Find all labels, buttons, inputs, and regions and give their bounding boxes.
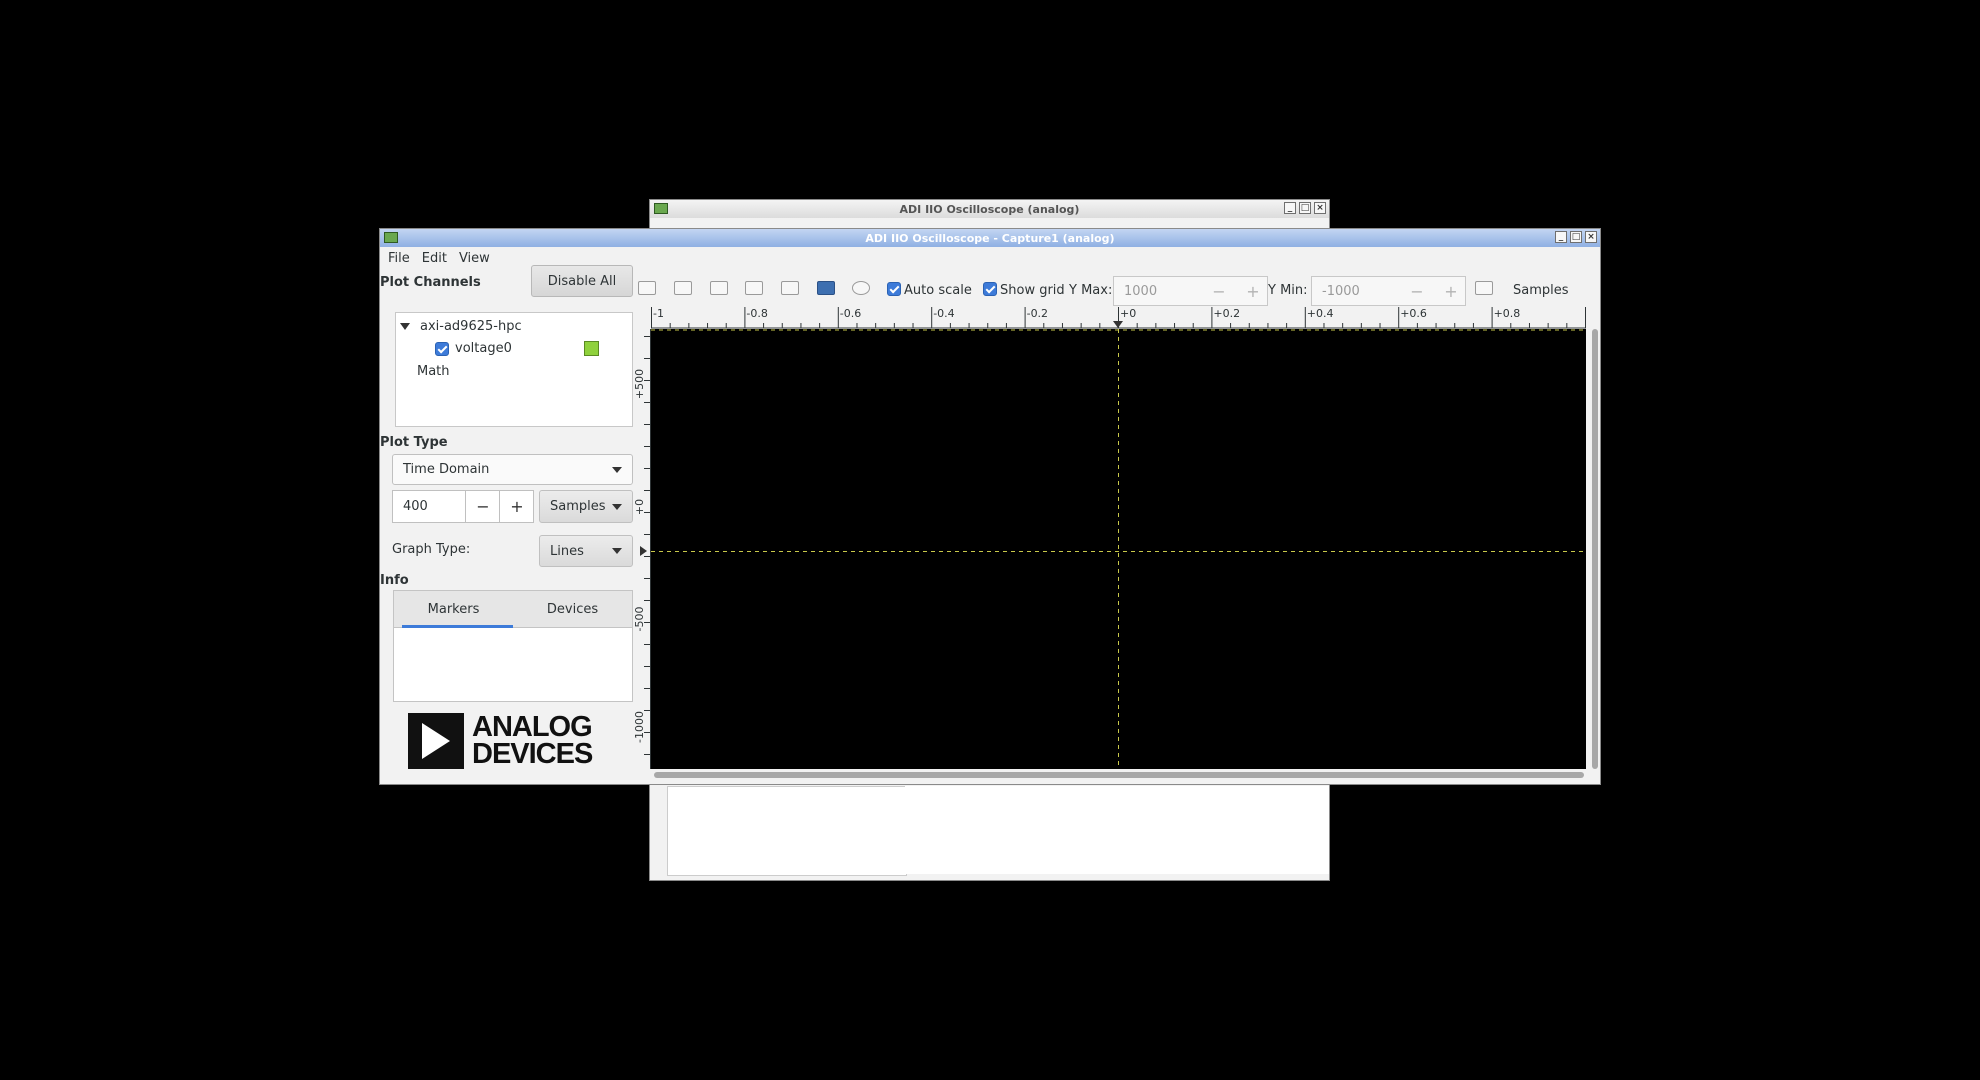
samples-unit-value: Samples bbox=[550, 499, 606, 514]
info-title: Info bbox=[380, 573, 409, 588]
x-tick-label: +0.6 bbox=[1400, 307, 1427, 320]
vertical-scrollbar[interactable] bbox=[1592, 329, 1598, 769]
zoom-fit-icon[interactable] bbox=[781, 281, 799, 295]
minimize-icon[interactable]: _ bbox=[1555, 231, 1567, 243]
x-tick-label: +0 bbox=[1120, 307, 1136, 320]
increment-button[interactable]: + bbox=[499, 491, 534, 522]
save-icon[interactable] bbox=[817, 281, 835, 295]
y-min-decrement-button[interactable]: − bbox=[1402, 277, 1432, 305]
logo-text: ANALOG DEVICES bbox=[472, 711, 593, 770]
disable-all-button[interactable]: Disable All bbox=[531, 265, 633, 297]
info-tabs: Markers Devices bbox=[393, 590, 633, 702]
maximize-icon[interactable]: □ bbox=[1570, 231, 1582, 243]
analog-devices-logo: ANALOG DEVICES bbox=[408, 711, 593, 770]
info-tabbar: Markers Devices bbox=[394, 591, 632, 628]
channel-checkbox[interactable] bbox=[435, 341, 449, 356]
x-tick-label: -0.6 bbox=[840, 307, 861, 320]
y-max-increment-button[interactable]: + bbox=[1238, 277, 1268, 305]
background-window-title: ADI IIO Oscilloscope (analog) bbox=[899, 202, 1080, 216]
math-row[interactable]: Math bbox=[417, 364, 450, 379]
expander-down-icon[interactable] bbox=[400, 323, 410, 330]
x-tick-label: +0.2 bbox=[1213, 307, 1240, 320]
fullscreen-icon[interactable] bbox=[852, 281, 870, 295]
zero-marker-icon bbox=[1113, 321, 1123, 328]
auto-scale-label: Auto scale bbox=[904, 283, 972, 298]
background-window-titlebar[interactable]: ADI IIO Oscilloscope (analog) _ □ × bbox=[650, 200, 1329, 218]
y-min-label: Y Min: bbox=[1268, 283, 1308, 298]
folder-icon[interactable] bbox=[1475, 281, 1493, 295]
y-tick-label: -1000 bbox=[633, 711, 646, 743]
plot-channels-title: Plot Channels bbox=[380, 275, 481, 290]
menu-file[interactable]: File bbox=[384, 251, 418, 266]
plot-canvas[interactable] bbox=[651, 329, 1586, 769]
menu-view[interactable]: View bbox=[455, 251, 498, 266]
show-grid-label: Show grid bbox=[1000, 283, 1065, 298]
samples-unit-select[interactable]: Samples bbox=[539, 490, 633, 523]
x-axis: -1 -0.8 -0.6 -0.4 -0.2 +0 +0.2 +0.4 +0.6 +0.8 bbox=[651, 307, 1586, 329]
graph-type-value: Lines bbox=[550, 543, 584, 559]
y-min-spinner[interactable]: -1000 − + bbox=[1311, 276, 1466, 306]
app-icon bbox=[384, 232, 398, 243]
tab-markers[interactable]: Markers bbox=[394, 591, 513, 628]
x-tick-label: +0.8 bbox=[1494, 307, 1521, 320]
samples-spinner[interactable]: 400 − + bbox=[392, 490, 534, 523]
channel-tree: axi-ad9625-hpc voltage0 Math bbox=[395, 312, 633, 427]
y-tick-label: -500 bbox=[633, 607, 646, 632]
device-row[interactable]: axi-ad9625-hpc bbox=[400, 319, 522, 334]
plot-type-select[interactable]: Time Domain bbox=[392, 454, 633, 485]
maximize-icon[interactable]: □ bbox=[1299, 202, 1311, 214]
main-window-title: ADI IIO Oscilloscope - Capture1 (analog) bbox=[865, 231, 1115, 245]
y-tick-label: +0 bbox=[633, 499, 646, 515]
show-grid-checkbox[interactable] bbox=[983, 282, 997, 296]
minimize-icon[interactable]: _ bbox=[1284, 202, 1296, 214]
zoom-out-icon[interactable] bbox=[745, 281, 763, 295]
plot-type-value: Time Domain bbox=[403, 462, 490, 477]
math-label: Math bbox=[417, 364, 450, 379]
step-forward-icon[interactable] bbox=[638, 281, 656, 295]
samples-value: 400 bbox=[403, 499, 428, 514]
menu-edit[interactable]: Edit bbox=[418, 251, 455, 266]
graph-type-label: Graph Type: bbox=[392, 542, 471, 557]
x-tick-label: -0.4 bbox=[933, 307, 954, 320]
chevron-down-icon bbox=[612, 548, 622, 554]
decrement-button[interactable]: − bbox=[465, 491, 500, 522]
logo-triangle-icon bbox=[408, 713, 464, 769]
x-tick-label: -1 bbox=[653, 307, 664, 320]
y-axis: +500 +0 -500 -1000 bbox=[633, 329, 651, 769]
channel-name: voltage0 bbox=[455, 341, 512, 356]
app-icon bbox=[654, 203, 668, 214]
samples-label: Samples bbox=[1513, 283, 1569, 298]
y-max-value: 1000 bbox=[1124, 283, 1158, 299]
y-max-spinner[interactable]: 1000 − + bbox=[1113, 276, 1268, 306]
channel-color-swatch[interactable] bbox=[584, 341, 599, 356]
close-icon[interactable]: × bbox=[1585, 231, 1597, 243]
graph-type-select[interactable]: Lines bbox=[539, 535, 633, 567]
main-window-titlebar[interactable]: ADI IIO Oscilloscope - Capture1 (analog)… bbox=[380, 229, 1600, 247]
zero-marker-icon bbox=[640, 546, 647, 556]
tab-devices[interactable]: Devices bbox=[513, 591, 632, 627]
zoom-in-icon[interactable] bbox=[710, 281, 728, 295]
chevron-down-icon bbox=[612, 466, 622, 473]
y-max-decrement-button[interactable]: − bbox=[1204, 277, 1234, 305]
y-tick-label: +500 bbox=[633, 369, 646, 399]
horizontal-scrollbar[interactable] bbox=[654, 772, 1584, 778]
channel-row[interactable]: voltage0 bbox=[435, 341, 625, 356]
chevron-down-icon bbox=[612, 503, 622, 510]
x-tick-label: +0.4 bbox=[1307, 307, 1334, 320]
close-icon[interactable]: × bbox=[1314, 202, 1326, 214]
x-tick-label: -0.2 bbox=[1027, 307, 1048, 320]
play-icon[interactable] bbox=[674, 281, 692, 295]
device-name: axi-ad9625-hpc bbox=[420, 319, 522, 334]
background-window-body bbox=[667, 786, 907, 876]
plot-toolbar: Auto scale Show grid Y Max: 1000 − + Y M… bbox=[638, 273, 1600, 306]
background-window-pane bbox=[905, 786, 1329, 874]
main-window[interactable]: ADI IIO Oscilloscope - Capture1 (analog)… bbox=[379, 228, 1601, 785]
y-min-value: -1000 bbox=[1322, 283, 1360, 299]
y-min-increment-button[interactable]: + bbox=[1436, 277, 1466, 305]
x-tick-label: -0.8 bbox=[746, 307, 767, 320]
y-max-label: Y Max: bbox=[1069, 283, 1113, 298]
auto-scale-checkbox[interactable] bbox=[887, 282, 901, 296]
plot-type-title: Plot Type bbox=[380, 435, 448, 450]
